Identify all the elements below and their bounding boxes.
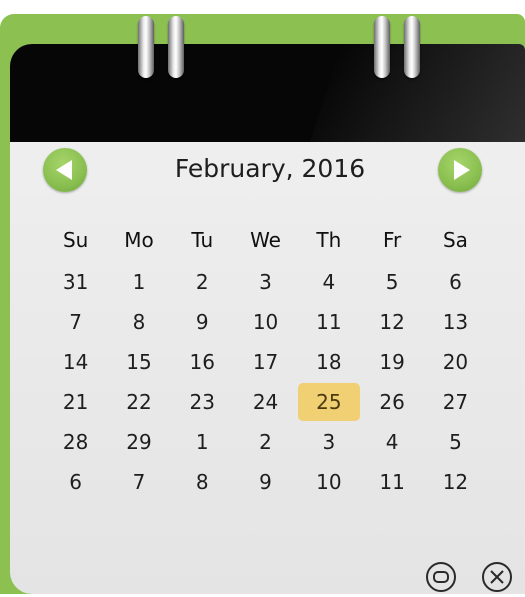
calendar-grid: Su Mo Tu We Th Fr Sa 31 1 2 3 4 5 6 7 8 … — [44, 222, 487, 502]
day-cell[interactable]: 13 — [424, 302, 487, 342]
day-cell[interactable]: 17 — [234, 342, 297, 382]
day-cell[interactable]: 10 — [234, 302, 297, 342]
prev-month-button[interactable] — [43, 148, 87, 192]
day-cell[interactable]: 23 — [171, 382, 234, 422]
day-cell[interactable]: 14 — [44, 342, 107, 382]
weekday-header: Su — [62, 228, 89, 252]
settings-button[interactable] — [425, 561, 457, 593]
binder-ring-right-a — [374, 16, 390, 78]
weekday-header: Th — [316, 228, 342, 252]
day-cell[interactable]: 22 — [107, 382, 170, 422]
arrow-left-icon — [56, 160, 72, 180]
selected-day-label: 25 — [297, 383, 360, 421]
binder-ring-right-b — [404, 16, 420, 78]
weekday-header: Fr — [382, 228, 402, 252]
day-cell[interactable]: 20 — [424, 342, 487, 382]
weekday-header: Mo — [124, 228, 154, 252]
day-cell[interactable]: 28 — [44, 422, 107, 462]
day-cell[interactable]: 5 — [360, 262, 423, 302]
day-cell[interactable]: 19 — [360, 342, 423, 382]
day-cell[interactable]: 24 — [234, 382, 297, 422]
day-cell[interactable]: 12 — [360, 302, 423, 342]
day-cell[interactable]: 15 — [107, 342, 170, 382]
arrow-right-icon — [454, 160, 470, 180]
day-cell[interactable]: 11 — [297, 302, 360, 342]
day-cell[interactable]: 7 — [107, 462, 170, 502]
day-cell[interactable]: 10 — [297, 462, 360, 502]
day-cell[interactable]: 21 — [44, 382, 107, 422]
calendar-header-bar — [10, 44, 525, 142]
weekday-header: We — [250, 228, 281, 252]
day-cell[interactable]: 3 — [297, 422, 360, 462]
day-cell[interactable]: 1 — [171, 422, 234, 462]
day-cell[interactable]: 5 — [424, 422, 487, 462]
day-cell[interactable]: 9 — [171, 302, 234, 342]
day-cell[interactable]: 12 — [424, 462, 487, 502]
selected-day-cell[interactable]: 25 — [297, 382, 360, 422]
day-cell[interactable]: 7 — [44, 302, 107, 342]
day-cell[interactable]: 29 — [107, 422, 170, 462]
day-cell[interactable]: 3 — [234, 262, 297, 302]
day-cell[interactable]: 1 — [107, 262, 170, 302]
day-cell[interactable]: 6 — [424, 262, 487, 302]
day-cell[interactable]: 26 — [360, 382, 423, 422]
day-cell[interactable]: 2 — [234, 422, 297, 462]
day-cell[interactable]: 27 — [424, 382, 487, 422]
day-cell[interactable]: 16 — [171, 342, 234, 382]
day-cell[interactable]: 4 — [360, 422, 423, 462]
close-icon — [482, 562, 512, 592]
day-cell[interactable]: 31 — [44, 262, 107, 302]
weekday-header: Tu — [191, 228, 214, 252]
day-cell[interactable]: 8 — [171, 462, 234, 502]
close-button[interactable] — [481, 561, 513, 593]
day-cell[interactable]: 9 — [234, 462, 297, 502]
day-cell[interactable]: 2 — [171, 262, 234, 302]
next-month-button[interactable] — [438, 148, 482, 192]
day-cell[interactable]: 11 — [360, 462, 423, 502]
binder-ring-left-b — [168, 16, 184, 78]
day-cell[interactable]: 18 — [297, 342, 360, 382]
settings-icon — [426, 562, 456, 592]
day-cell[interactable]: 8 — [107, 302, 170, 342]
day-cell[interactable]: 4 — [297, 262, 360, 302]
binder-ring-left-a — [138, 16, 154, 78]
weekday-header: Sa — [442, 228, 468, 252]
month-title: February, 2016 — [174, 154, 366, 183]
day-cell[interactable]: 6 — [44, 462, 107, 502]
